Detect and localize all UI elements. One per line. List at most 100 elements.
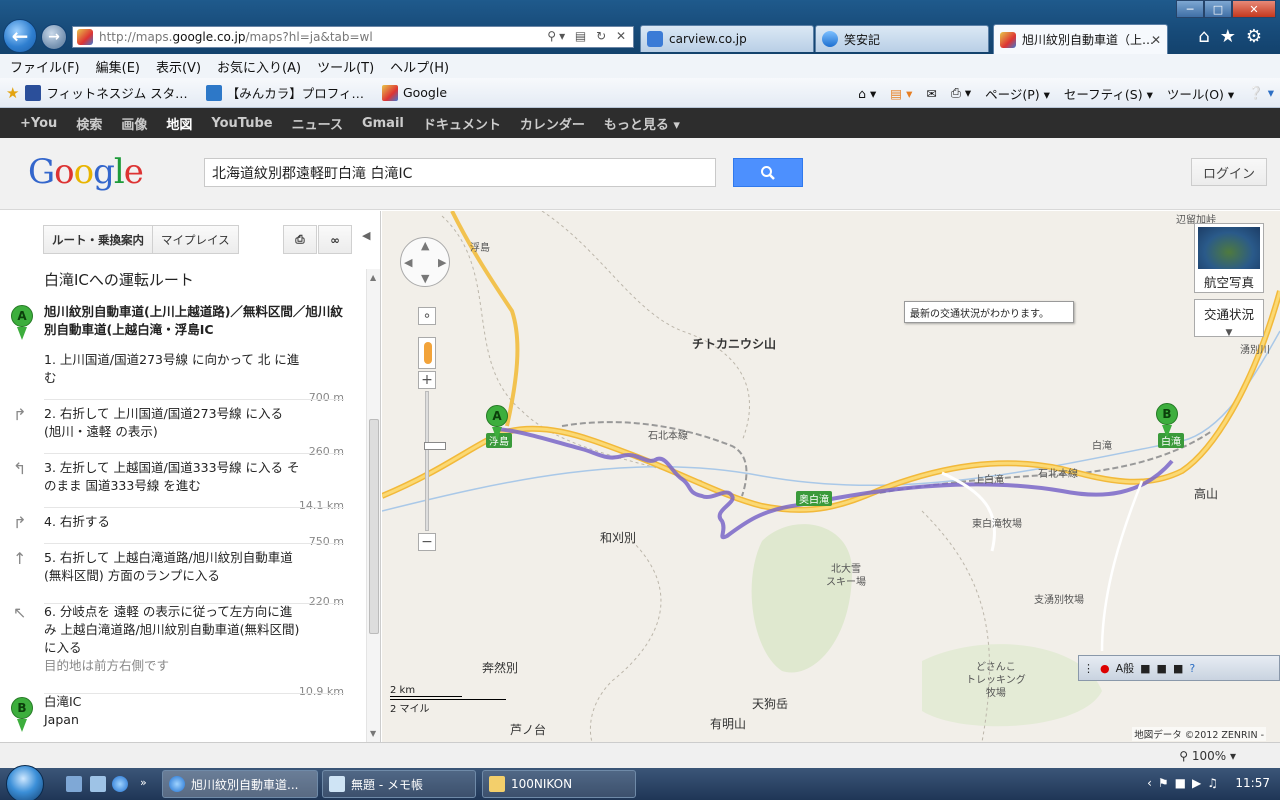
login-button[interactable]: ログイン: [1191, 158, 1267, 186]
link-button[interactable]: ∞: [318, 225, 352, 254]
ime-mode-icon[interactable]: A般: [1116, 660, 1135, 676]
zoom-level[interactable]: ⚲ 100% ▾: [1179, 749, 1236, 763]
clock[interactable]: 11:57: [1235, 776, 1270, 790]
pan-right-icon[interactable]: ▶: [438, 256, 446, 269]
safety-menu[interactable]: セーフティ(S) ▾: [1064, 84, 1153, 103]
link-icon: ∞: [330, 232, 340, 247]
favorites-star-icon[interactable]: ★: [6, 84, 19, 102]
gbar-gmail[interactable]: Gmail: [362, 116, 404, 131]
ie-favicon-icon: [822, 31, 838, 47]
gbar-maps[interactable]: 地図: [166, 114, 192, 133]
search-button[interactable]: [733, 158, 803, 187]
address-tools[interactable]: ⚲▾ ▤ ↻ ✕: [547, 29, 629, 43]
gbar-news[interactable]: ニュース: [292, 114, 343, 133]
close-window-button[interactable]: ✕: [1232, 0, 1276, 18]
minimize-button[interactable]: ─: [1176, 0, 1204, 18]
taskbar-ie[interactable]: 旭川紋別自動車道...: [162, 770, 318, 798]
forward-button[interactable]: →: [41, 24, 67, 50]
ime-tool-icon[interactable]: ■: [1140, 662, 1150, 675]
page-menu[interactable]: ページ(P) ▾: [985, 84, 1050, 103]
gear-icon[interactable]: ⚙: [1246, 26, 1272, 47]
start-button[interactable]: [6, 765, 44, 800]
reset-view-icon[interactable]: ∘: [418, 307, 436, 325]
star-icon[interactable]: ★: [1220, 26, 1246, 47]
menu-file[interactable]: ファイル(F): [10, 57, 80, 76]
gbar-more[interactable]: もっと見る ▾: [604, 114, 680, 133]
tab-google-maps[interactable]: 旭川紋別自動車道（上… ✕: [993, 24, 1168, 54]
boundary-line: [541, 211, 750, 442]
satellite-button[interactable]: 航空写真: [1194, 223, 1264, 293]
address-bar[interactable]: http://maps.google.co.jp/maps?hl=ja&tab=…: [72, 26, 634, 48]
destination-name: 白滝IC: [44, 694, 82, 709]
show-desktop-icon[interactable]: [66, 776, 82, 792]
panel-scrollbar[interactable]: ▲ ▼: [366, 269, 380, 742]
feed-icon[interactable]: ▤ ▾: [890, 86, 912, 101]
map-marker-a-icon[interactable]: A: [486, 405, 508, 440]
collapse-panel-icon[interactable]: ◀: [362, 229, 370, 242]
taskbar-notepad[interactable]: 無題 - メモ帳: [322, 770, 476, 798]
ie-quicklaunch-icon[interactable]: [112, 776, 128, 792]
fav-minkara[interactable]: 【みんカラ】プロフィ…: [205, 83, 364, 102]
gbar-search[interactable]: 検索: [76, 114, 102, 133]
print-cmd-icon[interactable]: ⎙ ▾: [951, 85, 971, 101]
map-canvas[interactable]: 浮島 チトカニウシ山 石北本線 石北本線 和刈別 北大雪 スキー場 東白滝牧場 …: [382, 211, 1280, 742]
pan-up-icon[interactable]: ▲: [421, 239, 429, 252]
zoom-thumb[interactable]: [424, 442, 446, 450]
menu-help[interactable]: ヘルプ(H): [390, 57, 449, 76]
fav-label: フィットネスジム スタ…: [46, 86, 188, 101]
gbar-calendar[interactable]: カレンダー: [520, 114, 585, 133]
ime-tool-icon[interactable]: ■: [1157, 662, 1167, 675]
map-scale: 2 km 2 マイル: [390, 685, 510, 715]
window-switcher-icon[interactable]: [90, 776, 106, 792]
pan-down-icon[interactable]: ▼: [421, 272, 429, 285]
traffic-button[interactable]: 交通状況 ▼: [1194, 299, 1264, 338]
pan-control[interactable]: ▲ ▼ ◀ ▶: [400, 237, 450, 287]
close-tab-icon[interactable]: ✕: [1151, 33, 1161, 47]
destination[interactable]: 白滝IC Japan: [44, 693, 81, 729]
back-button[interactable]: ←: [3, 19, 37, 53]
ime-tool-icon[interactable]: ■: [1173, 662, 1183, 675]
search-input[interactable]: [204, 158, 716, 187]
ime-help-icon[interactable]: ?: [1189, 662, 1195, 675]
zoom-track[interactable]: [424, 391, 446, 531]
origin-address[interactable]: 旭川紋別自動車道(上川上越道路)／無料区間／旭川紋別自動車道(上越白滝・浮島IC: [44, 303, 344, 339]
home-icon[interactable]: ⌂: [1198, 26, 1219, 47]
menu-view[interactable]: 表示(V): [156, 57, 201, 76]
zoom-in-button[interactable]: +: [418, 371, 436, 389]
menu-tools[interactable]: ツール(T): [317, 57, 374, 76]
my-places-button[interactable]: マイプレイス: [152, 225, 239, 254]
scroll-thumb[interactable]: [369, 419, 379, 634]
fav-google[interactable]: Google: [381, 84, 447, 101]
system-tray[interactable]: ‹⚑■▶♫: [1147, 776, 1224, 790]
step-divider: [44, 693, 344, 694]
print-button[interactable]: ⎙: [283, 225, 317, 254]
satellite-label: 航空写真: [1203, 275, 1254, 290]
menu-edit[interactable]: 編集(E): [96, 57, 140, 76]
pan-left-icon[interactable]: ◀: [404, 256, 412, 269]
taskbar-folder[interactable]: 100NIKON: [482, 770, 636, 798]
ime-toolbar[interactable]: ⋮ ● A般 ■ ■ ■ ?: [1078, 655, 1280, 681]
gbar-plus-you[interactable]: +You: [20, 116, 57, 131]
quicklaunch-more-icon[interactable]: »: [140, 776, 156, 792]
help-icon[interactable]: ❔ ▾: [1248, 85, 1274, 101]
gbar-images[interactable]: 画像: [121, 114, 147, 133]
zoom-icon: ⚲: [1179, 749, 1189, 763]
map-marker-b-icon[interactable]: B: [1156, 403, 1178, 438]
zoom-slider[interactable]: ∘ + −: [418, 307, 446, 553]
ime-red-icon[interactable]: ●: [1100, 662, 1110, 675]
mail-icon[interactable]: ✉: [926, 86, 936, 101]
gbar-youtube[interactable]: YouTube: [211, 116, 272, 131]
tab-shoanki[interactable]: 笑安記: [815, 25, 989, 52]
zoom-out-button[interactable]: −: [418, 533, 436, 551]
gbar-documents[interactable]: ドキュメント: [423, 114, 501, 133]
fav-fitness[interactable]: フィットネスジム スタ…: [25, 83, 188, 102]
menu-favorites[interactable]: お気に入り(A): [217, 57, 301, 76]
tools-menu[interactable]: ツール(O) ▾: [1167, 84, 1234, 103]
google-logo[interactable]: Google: [28, 152, 144, 192]
route-transit-button[interactable]: ルート・乗換案内: [43, 225, 153, 254]
scroll-up-icon[interactable]: ▲: [370, 273, 376, 282]
tab-carview[interactable]: carview.co.jp: [640, 25, 814, 52]
home-cmd-icon[interactable]: ⌂ ▾: [858, 86, 876, 101]
scroll-down-icon[interactable]: ▼: [370, 729, 376, 738]
maximize-button[interactable]: □: [1204, 0, 1232, 18]
